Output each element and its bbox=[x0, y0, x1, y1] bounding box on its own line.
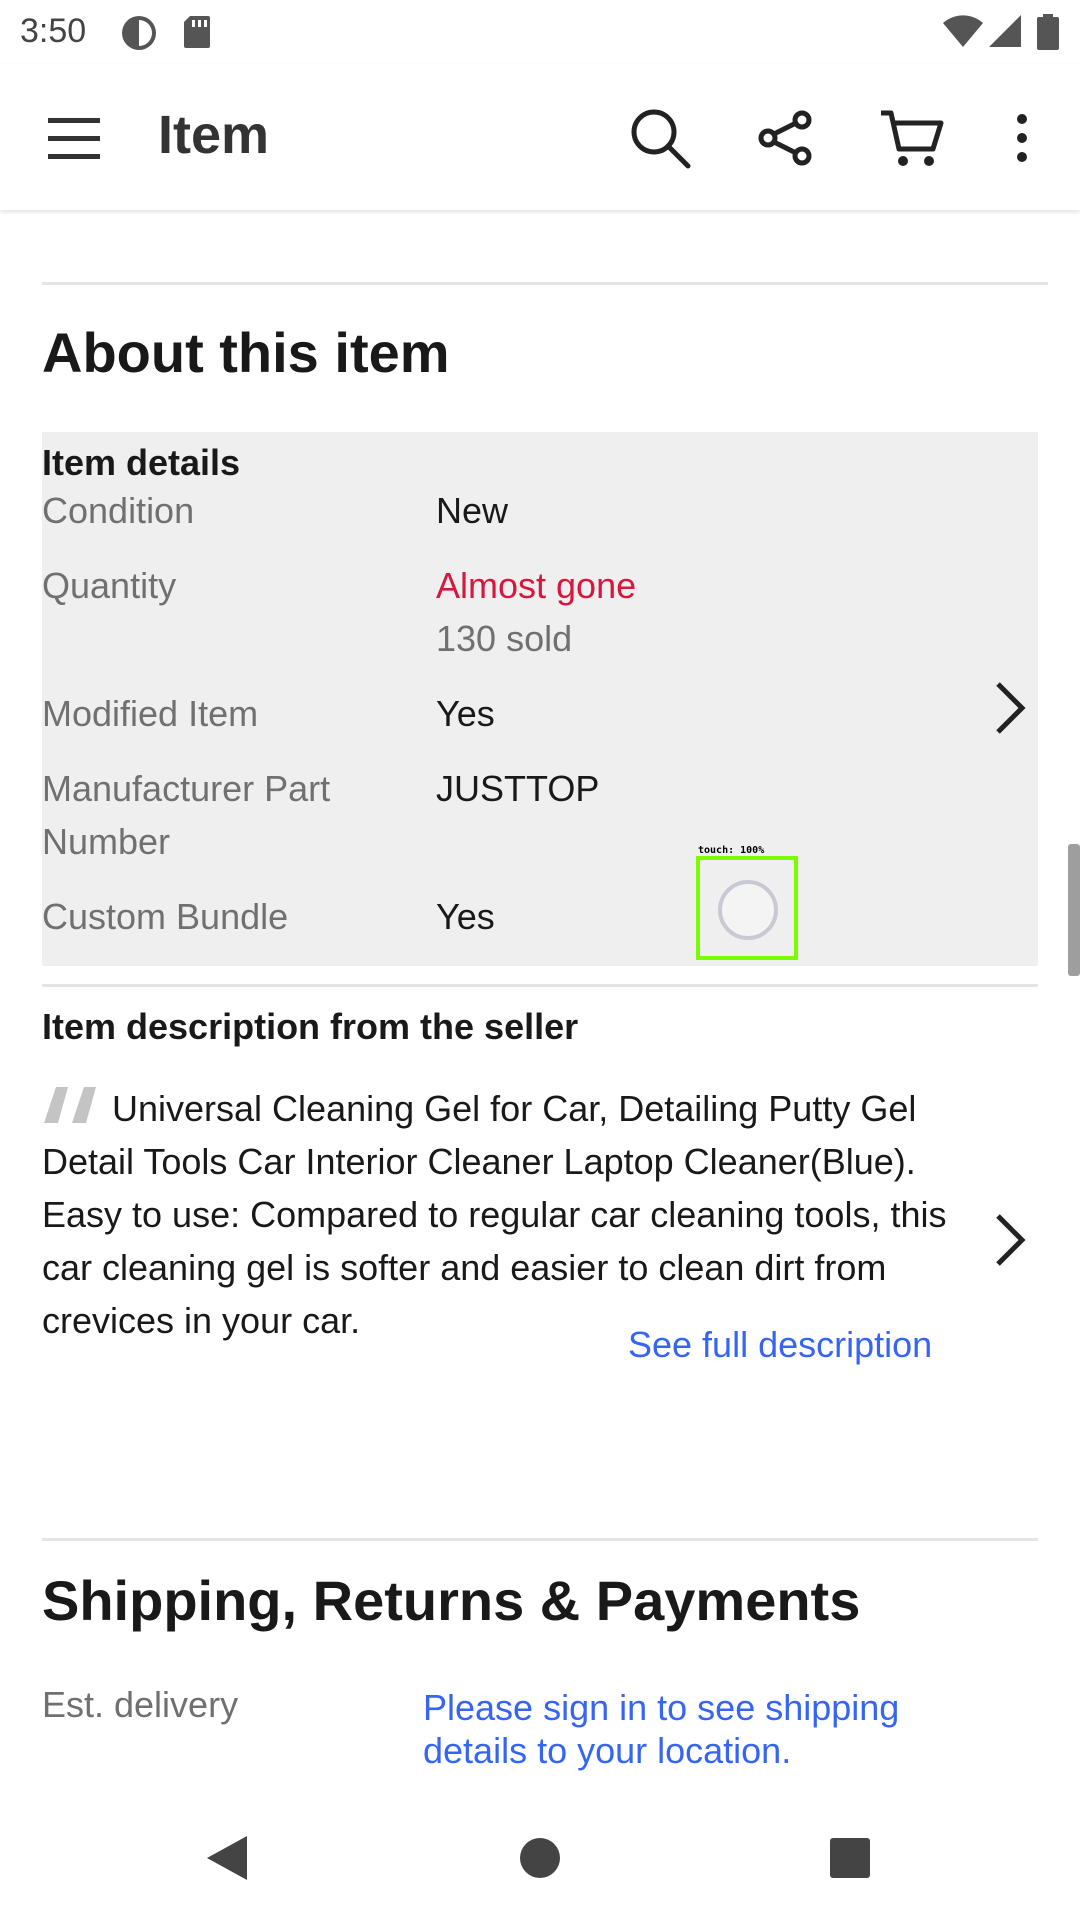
recents-icon[interactable] bbox=[818, 1826, 882, 1890]
status-time: 3:50 bbox=[20, 12, 87, 50]
touch-point bbox=[718, 880, 778, 940]
back-icon[interactable] bbox=[194, 1826, 258, 1890]
quantity-label: Quantity bbox=[42, 565, 177, 606]
divider bbox=[42, 1538, 1038, 1541]
modified-item-value: Yes bbox=[436, 693, 495, 734]
item-details-heading: Item details bbox=[42, 442, 241, 483]
signal-icon bbox=[988, 14, 1022, 53]
part-number-label: Manufacturer Part Number bbox=[42, 768, 331, 862]
chevron-right-icon[interactable] bbox=[990, 678, 1030, 738]
scrollbar[interactable] bbox=[1068, 844, 1080, 976]
quantity-status: Almost gone bbox=[436, 565, 637, 606]
divider bbox=[42, 282, 1048, 285]
quote-icon bbox=[44, 1087, 96, 1123]
modified-item-label: Modified Item bbox=[42, 693, 259, 734]
more-vert-icon[interactable] bbox=[984, 100, 1060, 176]
condition-label: Condition bbox=[42, 490, 195, 531]
custom-bundle-value: Yes bbox=[436, 896, 495, 937]
description-body: Universal Cleaning Gel for Car, Detailin… bbox=[42, 1088, 947, 1341]
data-saver-icon bbox=[120, 14, 158, 57]
screen: 3:50 Item About this item Item details C… bbox=[0, 0, 1080, 1920]
description-text: Universal Cleaning Gel for Car, Detailin… bbox=[42, 1082, 972, 1347]
app-bar: Item bbox=[0, 64, 1080, 210]
about-section-title: About this item bbox=[42, 321, 450, 384]
chevron-right-icon[interactable] bbox=[990, 1210, 1030, 1270]
wifi-icon bbox=[942, 14, 984, 53]
navigation-bar bbox=[0, 1796, 1080, 1920]
status-bar: 3:50 bbox=[0, 0, 1080, 64]
sign-in-shipping-link[interactable]: Please sign in to see shipping details t… bbox=[423, 1686, 983, 1772]
touch-indicator-label: touch: 100% bbox=[698, 845, 765, 856]
est-delivery-label: Est. delivery bbox=[42, 1684, 239, 1725]
part-number-value: JUSTTOP bbox=[436, 768, 600, 809]
condition-value: New bbox=[436, 490, 509, 531]
description-heading: Item description from the seller bbox=[42, 1006, 579, 1047]
search-icon[interactable] bbox=[622, 100, 698, 176]
sd-card-icon bbox=[182, 14, 212, 55]
divider bbox=[42, 984, 1038, 987]
cart-icon[interactable] bbox=[874, 100, 950, 176]
battery-icon bbox=[1036, 14, 1060, 55]
share-icon[interactable] bbox=[748, 100, 824, 176]
item-details-panel[interactable]: Item details Condition New Quantity Almo… bbox=[42, 432, 1038, 966]
home-icon[interactable] bbox=[508, 1826, 572, 1890]
quantity-sold: 130 sold bbox=[436, 618, 573, 659]
page-title: Item bbox=[158, 105, 270, 165]
see-full-description-link[interactable]: See full description bbox=[628, 1324, 932, 1366]
menu-icon[interactable] bbox=[36, 100, 112, 176]
shipping-section-title: Shipping, Returns & Payments bbox=[42, 1569, 861, 1632]
custom-bundle-label: Custom Bundle bbox=[42, 896, 289, 937]
content-area[interactable]: About this item Item details Condition N… bbox=[0, 210, 1080, 1796]
